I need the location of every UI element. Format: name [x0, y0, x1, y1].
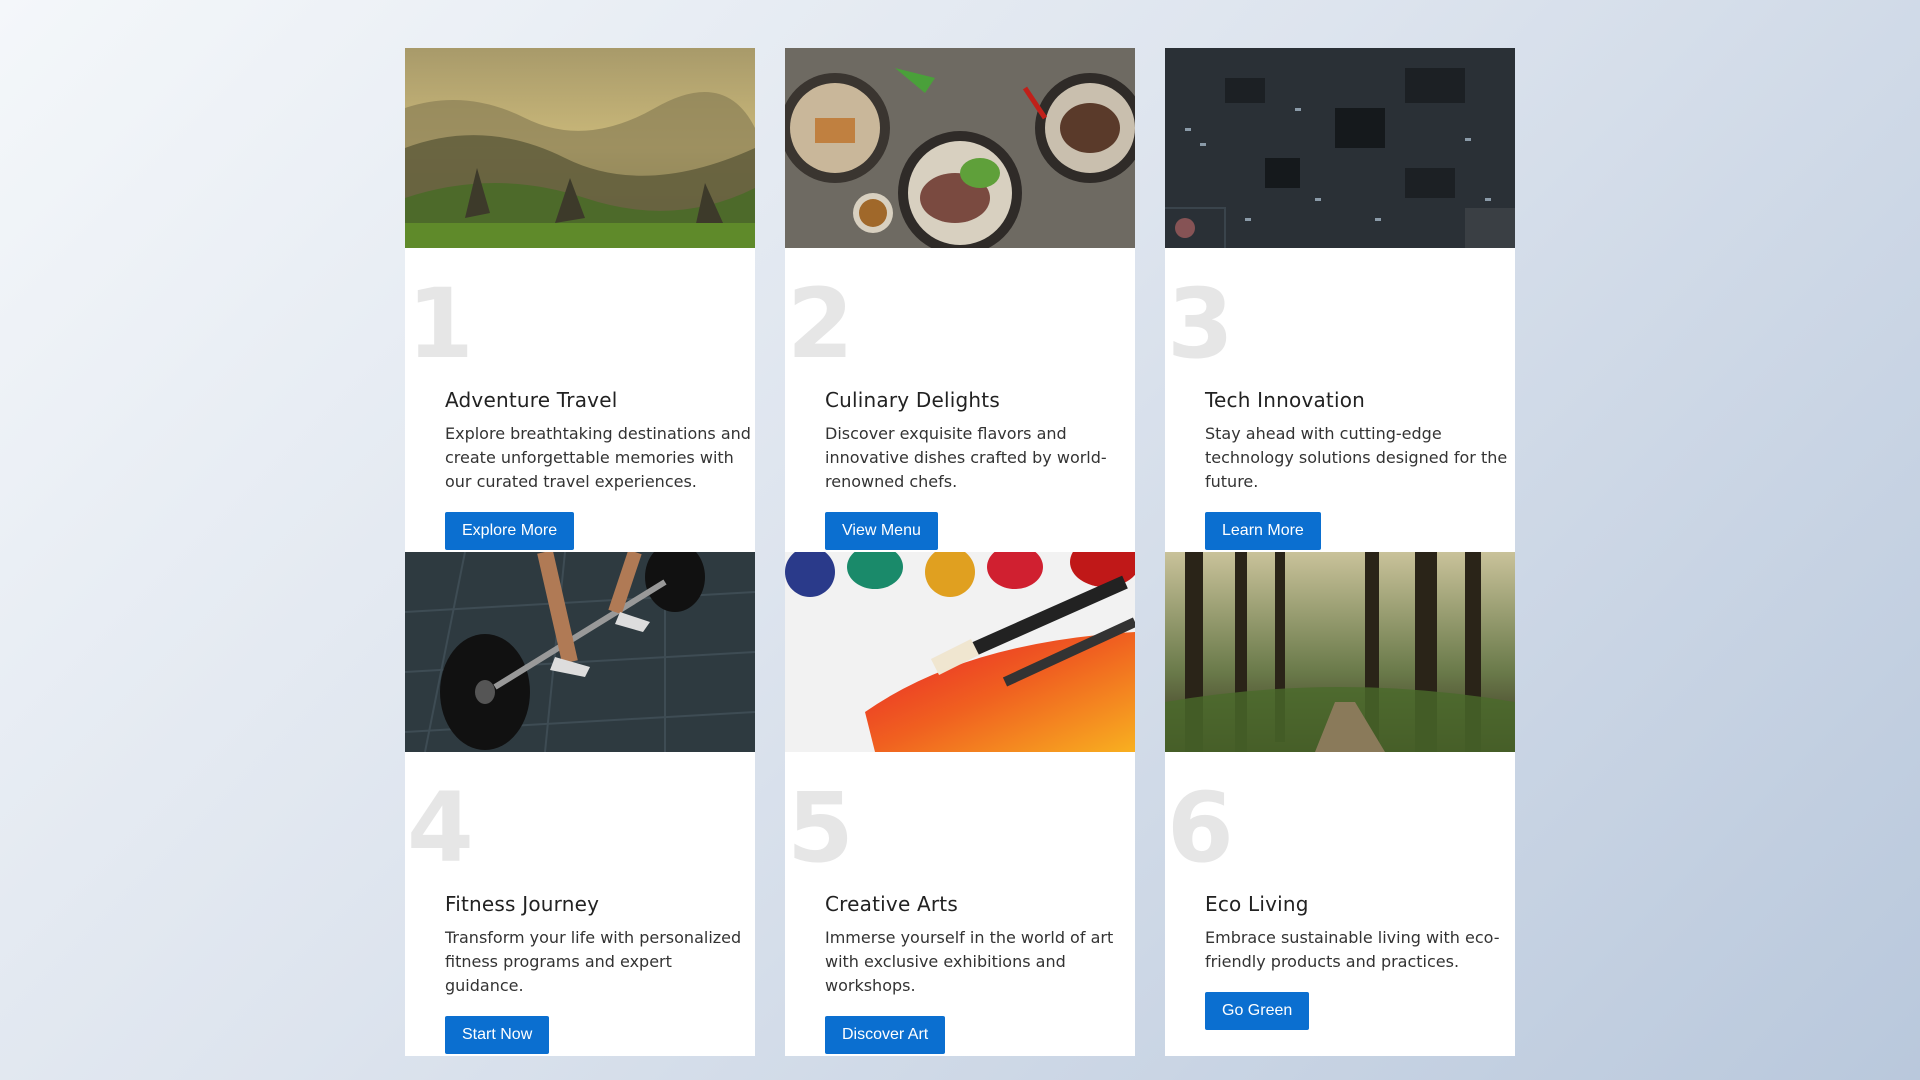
explore-more-button[interactable]: Explore More — [445, 512, 575, 550]
food-plates-image — [785, 48, 1135, 248]
card-description: Discover exquisite flavors and innovativ… — [825, 424, 1107, 491]
forest-path-image — [1165, 552, 1515, 752]
circuit-board-image — [1165, 48, 1515, 248]
card-body: Culinary Delights Discover exquisite fla… — [825, 388, 1135, 550]
card-number: 3 — [1167, 268, 1234, 380]
card-creative-arts: 5 Creative Arts Immerse yourself in the … — [785, 552, 1135, 1056]
start-now-button[interactable]: Start Now — [445, 1016, 550, 1054]
card-body: Adventure Travel Explore breathtaking de… — [445, 388, 755, 550]
card-number: 4 — [407, 772, 474, 884]
view-menu-button[interactable]: View Menu — [825, 512, 938, 550]
card-title: Eco Living — [1205, 892, 1309, 916]
go-green-button[interactable]: Go Green — [1205, 992, 1310, 1030]
card-body: Tech Innovation Stay ahead with cutting-… — [1205, 388, 1515, 550]
card-number: 2 — [787, 268, 854, 380]
card-adventure-travel: 1 Adventure Travel Explore breathtaking … — [405, 48, 755, 552]
card-tech-innovation: 3 Tech Innovation Stay ahead with cuttin… — [1165, 48, 1515, 552]
paint-brushes-image — [785, 552, 1135, 752]
card-description: Explore breathtaking destinations and cr… — [445, 424, 751, 491]
card-title: Culinary Delights — [825, 388, 1000, 412]
card-description: Embrace sustainable living with eco-frie… — [1205, 928, 1500, 971]
card-fitness-journey: 4 Fitness Journey Transform your life wi… — [405, 552, 755, 1056]
card-number: 6 — [1167, 772, 1234, 884]
mountain-landscape-image — [405, 48, 755, 248]
card-body: Fitness Journey Transform your life with… — [445, 892, 755, 1054]
card-description: Stay ahead with cutting-edge technology … — [1205, 424, 1508, 491]
card-grid: 1 Adventure Travel Explore breathtaking … — [405, 48, 1515, 1056]
card-title: Tech Innovation — [1205, 388, 1366, 412]
card-title: Fitness Journey — [445, 892, 600, 916]
card-description: Transform your life with personalized fi… — [445, 928, 742, 995]
card-culinary-delights: 2 Culinary Delights Discover exquisite f… — [785, 48, 1135, 552]
card-description: Immerse yourself in the world of art wit… — [825, 928, 1114, 995]
card-body: Eco Living Embrace sustainable living wi… — [1205, 892, 1515, 1030]
card-number: 1 — [407, 268, 474, 380]
discover-art-button[interactable]: Discover Art — [825, 1016, 946, 1054]
card-title: Adventure Travel — [445, 388, 618, 412]
learn-more-button[interactable]: Learn More — [1205, 512, 1321, 550]
barbell-workout-image — [405, 552, 755, 752]
card-body: Creative Arts Immerse yourself in the wo… — [825, 892, 1135, 1054]
card-title: Creative Arts — [825, 892, 958, 916]
card-eco-living: 6 Eco Living Embrace sustainable living … — [1165, 552, 1515, 1056]
card-number: 5 — [787, 772, 854, 884]
